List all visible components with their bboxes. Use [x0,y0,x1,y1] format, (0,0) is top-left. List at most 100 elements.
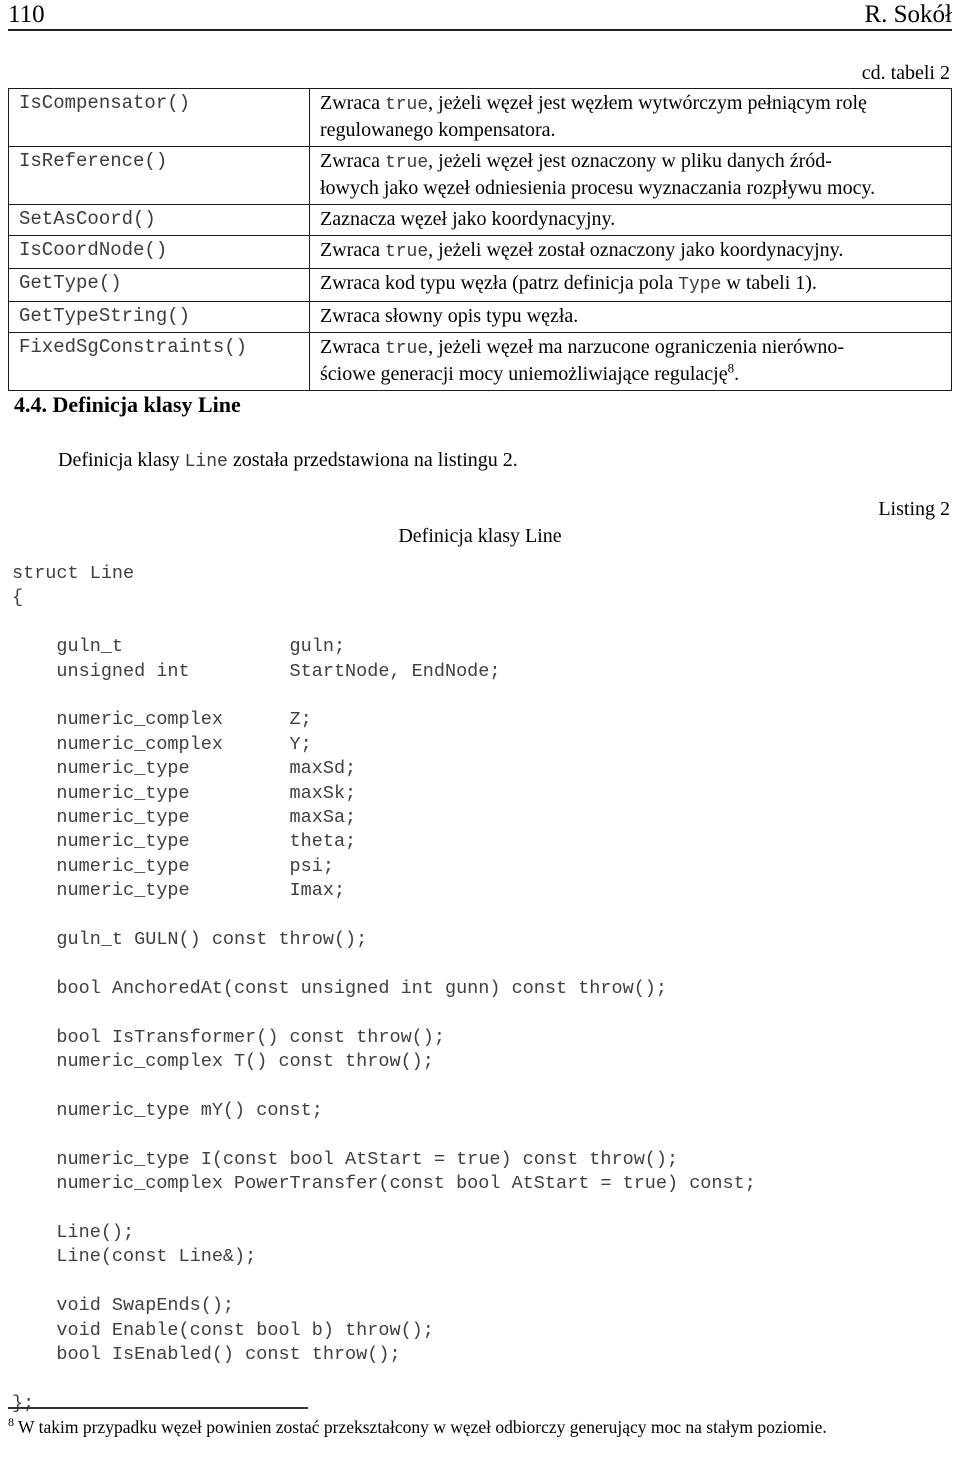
code-line: struct Line [12,563,135,584]
inline-code: Type [678,275,722,295]
description-text: regulowanego kompensatora. [320,119,556,141]
code-line: numeric_type theta; [12,831,357,853]
description-text: w tabeli 1). [721,272,817,294]
description-text: ściowe generacji mocy uniemożliwiające r… [320,363,728,385]
method-description-cell: Zwraca true, jeżeli węzeł ma narzucone o… [309,332,952,391]
code-line: }; [12,1392,35,1414]
inline-code: true [384,242,429,262]
description-line: Zwraca true, jeżeli węzeł jest węzłem wy… [320,91,947,118]
table-row: IsReference() Zwraca true, jeżeli węzeł j… [8,146,952,205]
code-line: numeric_complex T() const throw(); [12,1051,434,1073]
description-line: Zwraca true, jeżeli węzeł został oznaczo… [320,238,947,265]
code-line: void SwapEnds(); [12,1295,235,1317]
code-line: bool AnchoredAt(const unsigned int gunn)… [12,977,668,999]
inline-code: true [384,95,429,115]
code-line: guln_t GULN() const throw(); [12,929,368,951]
intro-class-name: Line [184,452,228,472]
method-description-cell: Zwraca kod typu węzła (patrz definicja p… [309,268,952,302]
method-name-cell: GetType() [8,268,310,302]
method-spec-table: IsCompensator() Zwraca true, jeżeli węzeł… [8,88,952,391]
footnote: 8 W takim przypadku węzeł powinien zosta… [8,1416,952,1439]
code-line: numeric_type maxSk; [12,782,357,804]
method-name-cell: GetTypeString() [8,301,310,333]
method-description-cell: Zwraca true, jeżeli węzeł jest oznaczony… [309,146,952,205]
description-line: Zwraca kod typu węzła (patrz definicja p… [320,271,947,298]
table-row: FixedSgConstraints() Zwraca true, jeżeli … [8,332,952,391]
description-text: , jeżeli węzeł jest węzłem wytwórczym pe… [428,92,867,114]
description-text: Zwraca kod typu węzła (patrz definicja p… [320,272,679,294]
table-row: SetAsCoord() Zaznacza węzeł jako koordyna… [8,204,952,236]
inline-code: true [384,339,429,359]
code-line: unsigned int StartNode, EndNode; [12,660,501,682]
description-line: Zwraca słowny opis typu węzła. [320,304,947,329]
code-line: numeric_complex Z; [12,709,312,731]
method-description-cell: Zwraca true, jeżeli węzeł został oznaczo… [309,235,952,269]
description-text: . [734,363,740,385]
method-name-cell: IsReference() [8,146,310,205]
description-text: Zwraca [320,239,385,261]
description-text: Zwraca [320,150,385,172]
listing-label: Listing 2 [878,498,950,520]
intro-text-before: Definicja klasy [58,449,185,471]
code-line: numeric_type maxSd; [12,758,357,780]
code-line: numeric_type maxSa; [12,807,357,829]
table-row: GetType() Zwraca kod typu węzła (patrz de… [8,268,952,302]
method-description-cell: Zwraca true, jeżeli węzeł jest węzłem wy… [309,88,952,147]
code-line: numeric_type Imax; [12,880,346,902]
code-line: numeric_type I(const bool AtStart = true… [12,1148,679,1170]
footnote-separator-rule [8,1407,308,1409]
description-text: Zwraca [320,92,385,114]
description-text: , jeżeli węzeł ma narzucone ograniczenia… [428,336,845,358]
method-name-cell: IsCoordNode() [8,235,310,269]
footnote-text: W takim przypadku węzeł powinien zostać … [14,1417,827,1437]
method-name-cell: FixedSgConstraints() [8,332,310,391]
code-listing: struct Line { guln_t guln; unsigned int S… [12,562,942,1416]
section-heading: 4.4. Definicja klasy Line [14,392,241,417]
running-head-author: R. Sokół [864,1,952,28]
table-body: IsCompensator() Zwraca true, jeżeli węzeł… [8,88,952,391]
code-line: bool IsTransformer() const throw(); [12,1026,445,1048]
code-line: numeric_type mY() const; [12,1099,323,1121]
code-line: { [12,587,24,609]
description-line: ściowe generacji mocy uniemożliwiające r… [320,361,947,387]
description-text: Zaznacza węzeł jako koordynacyjny. [320,208,616,230]
description-line: Zwraca true, jeżeli węzeł ma narzucone o… [320,335,947,362]
method-description-cell: Zaznacza węzeł jako koordynacyjny. [309,204,952,236]
table-continuation-caption: cd. tabeli 2 [861,62,950,84]
page-number: 110 [8,1,45,28]
table-row: IsCompensator() Zwraca true, jeżeli węzeł… [8,88,952,147]
description-text: , jeżeli węzeł został oznaczony jako koo… [428,239,844,261]
code-line: numeric_complex PowerTransfer(const bool… [12,1173,756,1195]
description-line: regulowanego kompensatora. [320,118,947,143]
code-line: Line(const Line&); [12,1246,257,1268]
code-line: Line(); [12,1221,135,1243]
description-text: , jeżeli węzeł jest oznaczony w pliku da… [428,150,832,172]
method-name-cell: IsCompensator() [8,88,310,147]
description-line: Zwraca true, jeżeli węzeł jest oznaczony… [320,149,947,176]
table-row: IsCoordNode() Zwraca true, jeżeli węzeł z… [8,235,952,269]
code-line: void Enable(const bool b) throw(); [12,1319,434,1341]
description-text: Zwraca [320,336,385,358]
table-row: GetTypeString() Zwraca słowny opis typu w… [8,301,952,333]
inline-code: true [384,153,429,173]
listing-caption: Definicja klasy Line [398,525,562,547]
method-description-cell: Zwraca słowny opis typu węzła. [309,301,952,333]
intro-text-after: została przedstawiona na listingu 2. [227,449,518,471]
page-header: 110 R. Sokół [8,2,952,31]
description-line: Zaznacza węzeł jako koordynacyjny. [320,207,947,232]
code-line: numeric_type psi; [12,855,334,877]
intro-paragraph: Definicja klasy Line została przedstawio… [58,447,518,475]
code-line: numeric_complex Y; [12,733,312,755]
description-text: Zwraca słowny opis typu węzła. [320,305,579,327]
code-line: bool IsEnabled() const throw(); [12,1344,401,1365]
